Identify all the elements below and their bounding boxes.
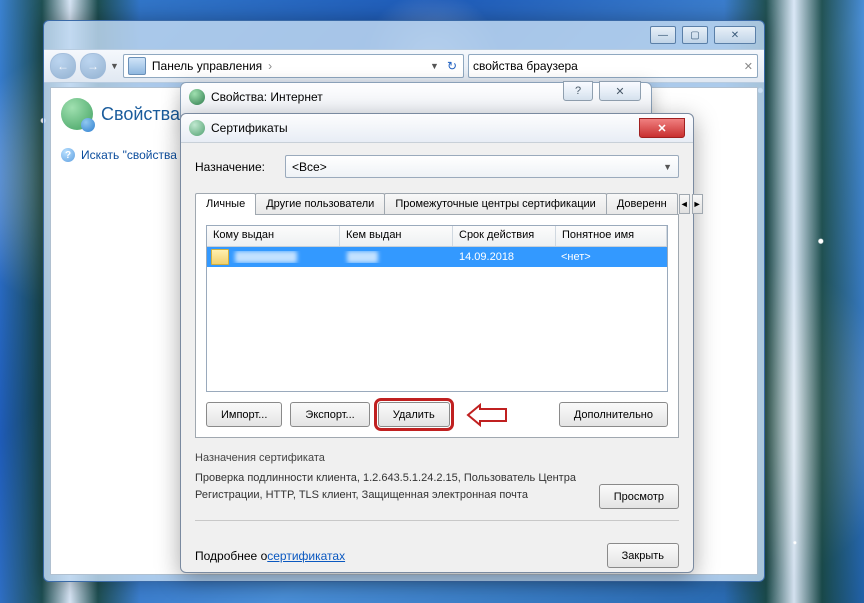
- control-panel-icon: [128, 57, 146, 75]
- close-button[interactable]: ✕: [714, 26, 756, 44]
- tab-personal[interactable]: Личные: [195, 193, 256, 215]
- close-button[interactable]: ✕: [599, 81, 641, 101]
- col-friendly-name[interactable]: Понятное имя: [556, 226, 667, 246]
- dialog-header: Сертификаты ✕: [181, 114, 693, 143]
- advanced-button[interactable]: Дополнительно: [559, 402, 668, 427]
- column-headers: Кому выдан Кем выдан Срок действия Понят…: [207, 226, 667, 247]
- internet-options-icon: [61, 98, 93, 130]
- refresh-icon[interactable]: ↻: [447, 59, 457, 73]
- certificate-row[interactable]: ████████ ████ 14.09.2018 <нет>: [207, 247, 667, 267]
- col-expires[interactable]: Срок действия: [453, 226, 556, 246]
- page-title: Свойства: [101, 104, 180, 125]
- address-bar[interactable]: Панель управления › ▼ ↻: [123, 54, 464, 78]
- navigation-bar: ← → ▼ Панель управления › ▼ ↻ свойства б…: [44, 49, 764, 83]
- minimize-button[interactable]: ―: [650, 26, 676, 44]
- dialog-title: Сертификаты: [211, 121, 288, 135]
- search-input[interactable]: свойства браузера ✕: [468, 54, 758, 78]
- dialog-title: Свойства: Интернет: [211, 90, 323, 104]
- window-titlebar: ― ▢ ✕: [44, 21, 764, 49]
- tab-strip: Личные Другие пользователи Промежуточные…: [195, 190, 679, 215]
- col-issued-to[interactable]: Кому выдан: [207, 226, 340, 246]
- nav-back-button[interactable]: ←: [50, 53, 76, 79]
- delete-button[interactable]: Удалить: [378, 402, 450, 427]
- nav-forward-button[interactable]: →: [80, 53, 106, 79]
- clear-search-icon[interactable]: ✕: [744, 60, 753, 73]
- import-button[interactable]: Импорт...: [206, 402, 282, 427]
- learn-more-prefix: Подробнее о: [195, 549, 267, 563]
- address-dropdown-icon[interactable]: ▼: [430, 61, 439, 71]
- tab-scroll-right[interactable]: ►: [692, 194, 703, 214]
- certificates-dialog: Сертификаты ✕ Назначение: <Все> ▼ Личные…: [180, 113, 694, 573]
- annotation-arrow: [468, 405, 508, 425]
- globe-icon: [189, 89, 205, 105]
- certificate-icon: [189, 120, 205, 136]
- tab-trusted[interactable]: Доверенн: [606, 193, 678, 214]
- view-button[interactable]: Просмотр: [599, 484, 679, 509]
- tab-scroll-left[interactable]: ◄: [679, 194, 690, 214]
- cert-purposes-text: Проверка подлинности клиента, 1.2.643.5.…: [195, 470, 589, 510]
- cert-item-icon: [211, 249, 229, 265]
- breadcrumb[interactable]: Панель управления: [152, 59, 262, 73]
- col-issued-by[interactable]: Кем выдан: [340, 226, 453, 246]
- help-button[interactable]: ?: [563, 81, 593, 101]
- breadcrumb-separator: ›: [268, 59, 272, 73]
- search-value: свойства браузера: [473, 59, 578, 73]
- chevron-down-icon: ▼: [663, 162, 672, 172]
- purpose-label: Назначение:: [195, 160, 265, 174]
- maximize-button[interactable]: ▢: [682, 26, 708, 44]
- certificate-list[interactable]: Кому выдан Кем выдан Срок действия Понят…: [206, 225, 668, 392]
- close-button[interactable]: ✕: [639, 118, 685, 138]
- cert-purposes-label: Назначения сертификата: [195, 452, 679, 464]
- tab-other-users[interactable]: Другие пользователи: [255, 193, 385, 214]
- export-button[interactable]: Экспорт...: [290, 402, 369, 427]
- purpose-combobox[interactable]: <Все> ▼: [285, 155, 679, 178]
- close-dialog-button[interactable]: Закрыть: [607, 543, 679, 568]
- tab-intermediate-ca[interactable]: Промежуточные центры сертификации: [384, 193, 606, 214]
- nav-dropdown-icon[interactable]: ▼: [110, 61, 119, 71]
- help-icon: ?: [61, 148, 75, 162]
- learn-more-link[interactable]: сертификатах: [267, 549, 345, 563]
